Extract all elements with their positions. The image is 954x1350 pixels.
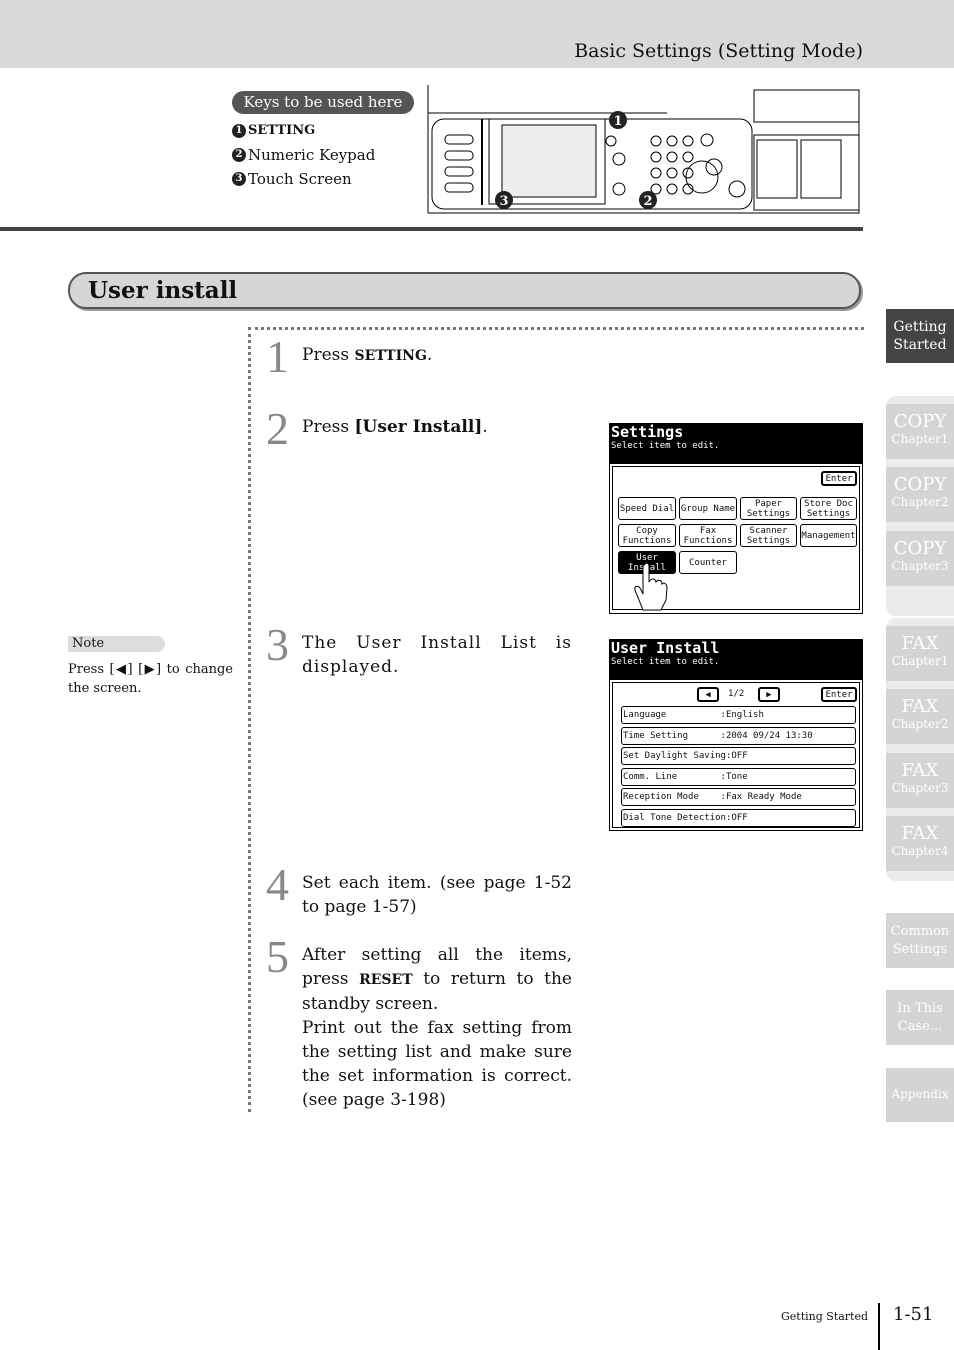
key-item-keypad: 2 Numeric Keypad bbox=[232, 146, 375, 164]
header-title: Basic Settings (Setting Mode) bbox=[574, 40, 863, 62]
tab-appendix[interactable]: Appendix bbox=[886, 1068, 954, 1122]
callout-number: 3 bbox=[232, 172, 246, 186]
setting-row-language[interactable]: Language :English bbox=[621, 706, 856, 724]
tab-fax-chapter1[interactable]: FAX Chapter1 bbox=[886, 626, 954, 681]
header-rule bbox=[0, 227, 863, 231]
setting-row-time[interactable]: Time Setting :2004 09/24 13:30 bbox=[621, 727, 856, 745]
screen-subtitle: Select item to edit. bbox=[611, 441, 720, 451]
control-panel-illustration: 1 2 3 bbox=[427, 85, 860, 214]
step-number: 1 bbox=[266, 331, 289, 382]
copy-functions-button[interactable]: Copy Functions bbox=[618, 524, 676, 547]
svg-text:1: 1 bbox=[613, 114, 622, 129]
setting-row-daylight[interactable]: Set Daylight Saving:OFF bbox=[621, 747, 856, 765]
step-text: After setting all the items, press RESET… bbox=[302, 945, 572, 1110]
setting-row-comm-line[interactable]: Comm. Line :Tone bbox=[621, 768, 856, 786]
prev-page-button[interactable]: ◀ bbox=[697, 687, 719, 702]
tab-fax-chapter2[interactable]: FAX Chapter2 bbox=[886, 689, 954, 744]
tab-copy-chapter1[interactable]: COPY Chapter1 bbox=[886, 404, 954, 459]
dotted-divider bbox=[248, 327, 251, 1112]
tab-copy-chapter2[interactable]: COPY Chapter2 bbox=[886, 467, 954, 522]
paper-settings-button[interactable]: Paper Settings bbox=[740, 497, 797, 520]
page-number: 1-51 bbox=[893, 1304, 934, 1325]
section-title: User install bbox=[88, 277, 238, 304]
enter-button[interactable]: Enter bbox=[821, 687, 857, 702]
step-number: 5 bbox=[266, 931, 289, 982]
pointing-hand-icon bbox=[634, 562, 668, 611]
footer-divider bbox=[878, 1303, 880, 1350]
fax-functions-button[interactable]: Fax Functions bbox=[679, 524, 737, 547]
callout-2: 2 bbox=[639, 191, 657, 209]
enter-button[interactable]: Enter bbox=[821, 471, 857, 486]
key-label: SETTING bbox=[248, 123, 316, 138]
store-doc-settings-button[interactable]: Store Doc Settings bbox=[800, 497, 857, 520]
footer-section-label: Getting Started bbox=[781, 1310, 869, 1323]
note-text: Press [◀] [▶] to change the screen. bbox=[68, 662, 233, 696]
step-text: Press [User Install]. bbox=[302, 417, 488, 437]
key-item-touch: 3 Touch Screen bbox=[232, 170, 352, 188]
step-text: Set each item. (see page 1-52 to page 1-… bbox=[302, 873, 572, 917]
step-number: 3 bbox=[266, 619, 289, 670]
group-name-button[interactable]: Group Name bbox=[679, 497, 737, 520]
keys-label: Keys to be used here bbox=[232, 91, 414, 114]
tab-copy-chapter3[interactable]: COPY Chapter3 bbox=[886, 531, 954, 586]
setting-row-reception[interactable]: Reception Mode :Fax Ready Mode bbox=[621, 788, 856, 806]
user-install-screen: User Install Select item to edit. ◀ 1/2 … bbox=[609, 639, 863, 831]
scanner-settings-button[interactable]: Scanner Settings bbox=[740, 524, 797, 547]
key-item-setting: 1 SETTING bbox=[232, 123, 315, 138]
key-label: Touch Screen bbox=[248, 170, 352, 188]
key-label: Numeric Keypad bbox=[248, 146, 376, 164]
settings-screen: Settings Select item to edit. Enter Spee… bbox=[609, 423, 863, 614]
screen-subtitle: Select item to edit. bbox=[611, 657, 720, 667]
svg-text:2: 2 bbox=[643, 194, 652, 209]
step-number: 4 bbox=[266, 859, 289, 910]
svg-text:3: 3 bbox=[499, 194, 508, 209]
tab-getting-started[interactable]: Getting Started bbox=[886, 309, 954, 363]
counter-button[interactable]: Counter bbox=[679, 551, 737, 574]
tab-fax-chapter4[interactable]: FAX Chapter4 bbox=[886, 816, 954, 871]
dotted-divider bbox=[248, 327, 864, 330]
callout-1: 1 bbox=[609, 111, 627, 129]
tab-fax-chapter3[interactable]: FAX Chapter3 bbox=[886, 753, 954, 808]
tab-common-settings[interactable]: Common Settings bbox=[886, 913, 954, 968]
callout-3: 3 bbox=[495, 191, 513, 209]
section-header: User install bbox=[68, 272, 861, 309]
callout-number: 1 bbox=[232, 123, 246, 138]
step-number: 2 bbox=[266, 403, 289, 454]
step-text: The User Install List is displayed. bbox=[302, 633, 572, 677]
screen-title: Settings bbox=[611, 423, 684, 441]
callout-number: 2 bbox=[232, 148, 246, 162]
step-text: Press SETTING. bbox=[302, 345, 433, 365]
setting-row-dial-tone[interactable]: Dial Tone Detection:OFF bbox=[621, 809, 856, 827]
tab-in-this-case[interactable]: In This Case... bbox=[886, 990, 954, 1045]
speed-dial-button[interactable]: Speed Dial bbox=[618, 497, 676, 520]
screen-title: User Install bbox=[611, 639, 720, 657]
next-page-button[interactable]: ▶ bbox=[758, 687, 780, 702]
note-label: Note bbox=[68, 636, 165, 652]
management-button[interactable]: Management bbox=[800, 524, 857, 547]
page-indicator: 1/2 bbox=[728, 689, 745, 699]
